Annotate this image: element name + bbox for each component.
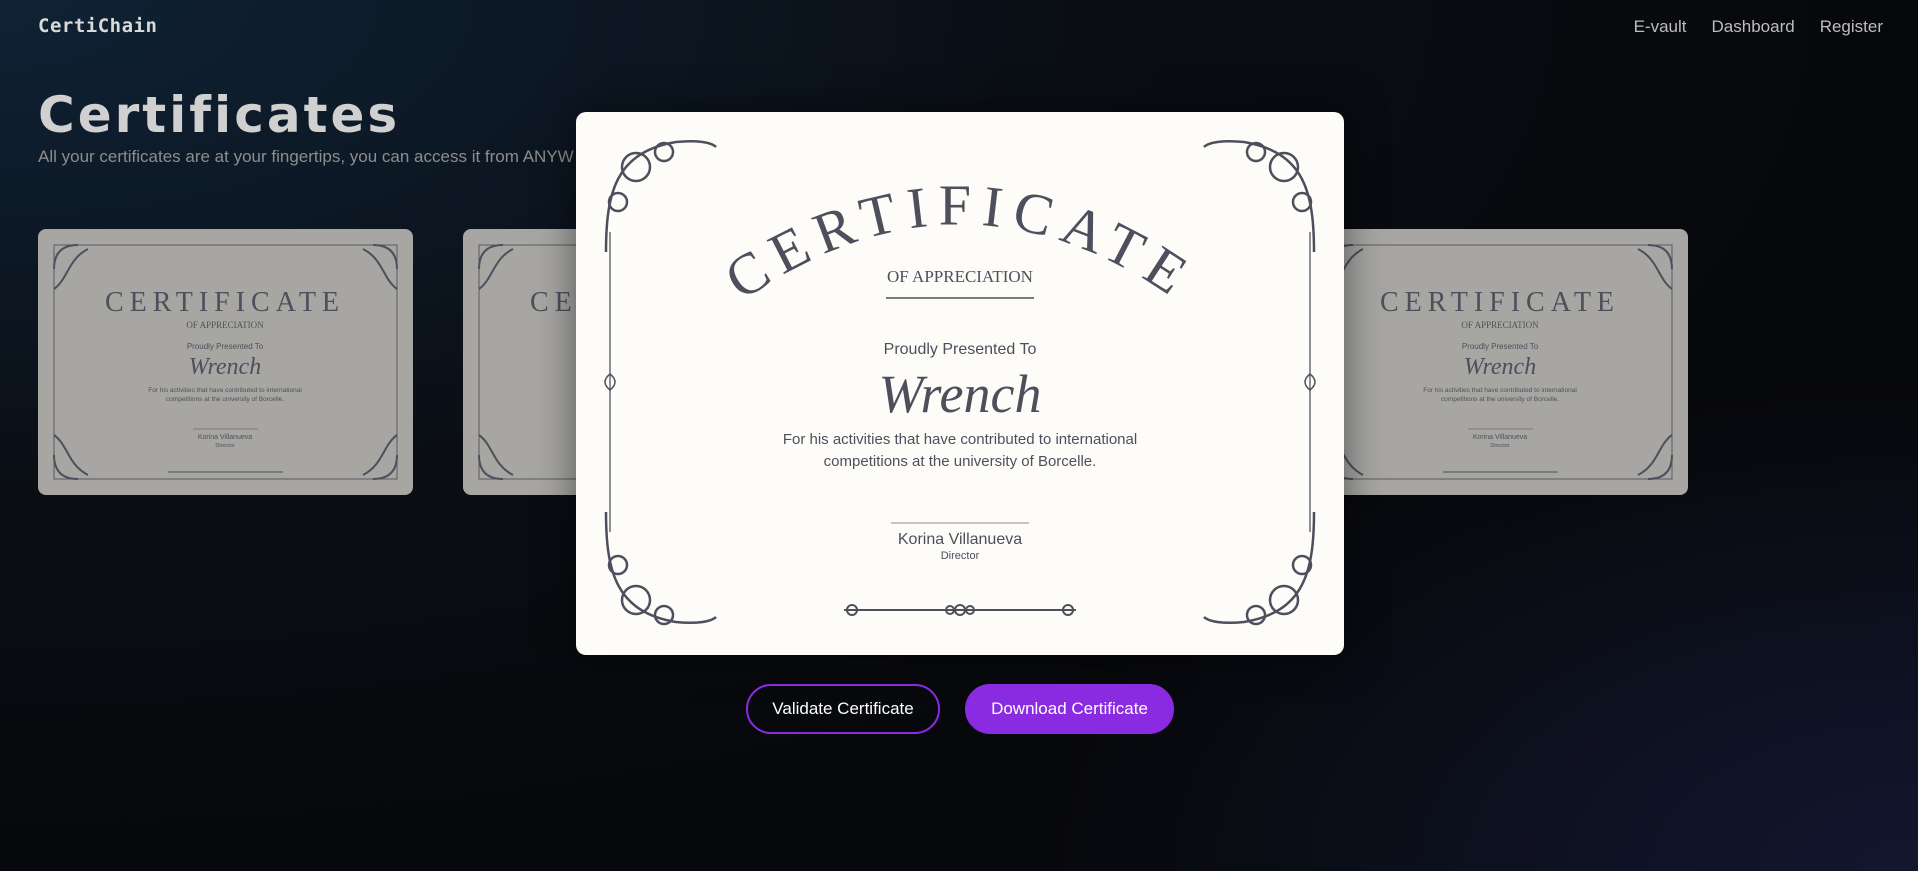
page-title: Certificates [38,86,401,144]
certificate-card[interactable]: CERTIFICATE OF APPRECIATION Proudly Pres… [38,229,413,495]
nav-link-register[interactable]: Register [1820,17,1883,37]
certificate-card[interactable]: CERTIFICATE OF APPRECIATION Proudly Pres… [1313,229,1688,495]
card-cert-subheading: OF APPRECIATION [1461,320,1539,330]
validate-certificate-button[interactable]: Validate Certificate [746,684,940,734]
card-cert-heading: CERTIFICATE [1380,287,1620,318]
certificate-thumbnail: CERTIFICATE OF APPRECIATION Proudly Pres… [1328,244,1673,480]
nav-links: E-vault Dashboard Register [1634,17,1883,37]
cert-heading: CERTIFICATE [713,172,1206,312]
bottom-flourish-icon [844,604,1076,616]
card-cert-presented: Proudly Presented To [1462,342,1539,351]
certificate-image: CERTIFICATE OF APPRECIATION Proudly Pres… [604,139,1316,626]
card-cert-subheading: OF APPRECIATION [186,320,264,330]
certificate-thumbnail: CERTIFICATE OF APPRECIATION Proudly Pres… [53,244,398,480]
cert-presented: Proudly Presented To [884,341,1037,358]
page-subtitle: All your certificates are at your finger… [38,147,574,166]
card-cert-signer: Korina Villanueva [198,434,252,441]
brand-logo[interactable]: CertiChain [38,15,157,37]
card-cert-desc-2: competitions at the university of Borcel… [166,396,284,403]
card-cert-desc-1: For his activities that have contributed… [1423,387,1577,394]
nav-link-dashboard[interactable]: Dashboard [1712,17,1795,37]
card-cert-signer-title: Director [215,443,234,449]
cert-recipient: Wrench [879,364,1042,424]
navbar: CertiChain E-vault Dashboard Register [0,0,1918,54]
download-certificate-button[interactable]: Download Certificate [965,684,1174,734]
cert-signer-name: Korina Villanueva [898,531,1022,548]
card-cert-presented: Proudly Presented To [187,342,264,351]
card-cert-recipient: Wrench [189,354,261,380]
card-cert-signer: Korina Villanueva [1473,434,1527,441]
card-cert-heading: CERTIFICATE [105,287,345,318]
cert-description-1: For his activities that have contributed… [783,431,1137,448]
certificate-preview-modal: CERTIFICATE OF APPRECIATION Proudly Pres… [576,112,1344,655]
nav-link-e-vault[interactable]: E-vault [1634,17,1687,37]
cert-description-2: competitions at the university of Borcel… [824,453,1097,470]
card-cert-recipient: Wrench [1464,354,1536,380]
cert-signer-title: Director [941,550,980,562]
card-cert-desc-1: For his activities that have contributed… [148,387,302,394]
card-cert-desc-2: competitions at the university of Borcel… [1441,396,1559,403]
card-cert-signer-title: Director [1490,443,1509,449]
cert-subheading: OF APPRECIATION [887,267,1033,286]
